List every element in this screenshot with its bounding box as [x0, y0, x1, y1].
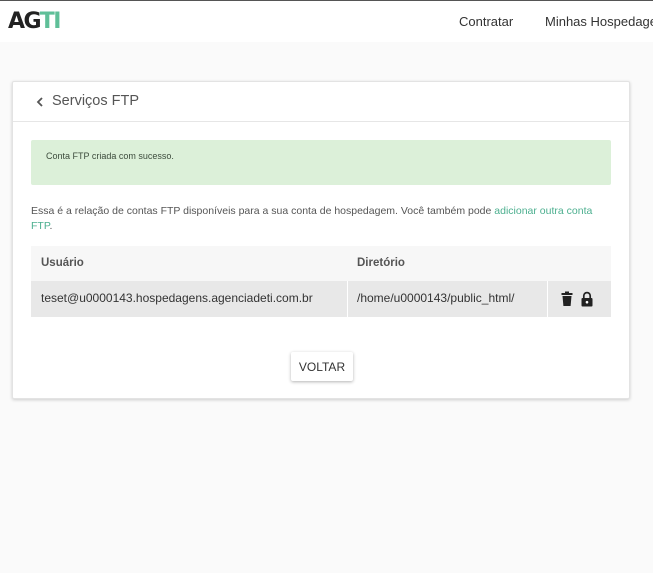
logo-text-dark: AG: [8, 9, 41, 34]
cell-divider: [347, 281, 348, 317]
top-navbar: AGTI Contratar Minhas Hospedagens: [0, 0, 653, 42]
success-alert: Conta FTP criada com sucesso.: [31, 140, 611, 185]
description-text: Essa é a relação de contas FTP disponíve…: [31, 204, 611, 234]
chevron-left-icon[interactable]: [35, 96, 45, 108]
column-header-user: Usuário: [41, 257, 84, 269]
logo-text-accent: TI: [39, 9, 62, 34]
brand-logo[interactable]: AGTI: [8, 9, 62, 34]
table-header: Usuário Diretório: [31, 246, 611, 281]
nav-contratar[interactable]: Contratar: [459, 14, 513, 29]
trash-icon[interactable]: [560, 291, 574, 307]
cell-divider: [547, 281, 548, 317]
alert-message: Conta FTP criada com sucesso.: [46, 151, 174, 161]
cell-directory: /home/u0000143/public_html/: [357, 291, 515, 305]
column-header-directory: Diretório: [357, 257, 405, 269]
back-button[interactable]: VOLTAR: [291, 352, 353, 381]
nav-minhas-hospedagens[interactable]: Minhas Hospedagens: [545, 14, 653, 29]
cell-user: teset@u0000143.hospedagens.agenciadeti.c…: [41, 291, 313, 305]
table-row: teset@u0000143.hospedagens.agenciadeti.c…: [31, 281, 611, 317]
lock-icon[interactable]: [580, 291, 594, 307]
ftp-services-card: Serviços FTP Conta FTP criada com sucess…: [12, 81, 630, 399]
ftp-accounts-table: Usuário Diretório teset@u0000143.hospeda…: [31, 246, 611, 318]
description-suffix: .: [49, 220, 53, 232]
card-header: Serviços FTP: [13, 82, 629, 122]
description-prefix: Essa é a relação de contas FTP disponíve…: [31, 205, 495, 217]
page-title: Serviços FTP: [52, 93, 140, 109]
